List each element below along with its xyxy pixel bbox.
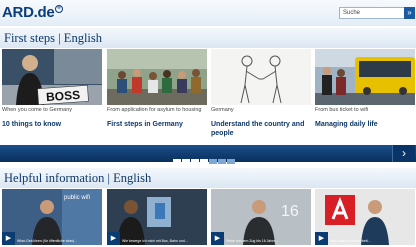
carousel-nav (0, 145, 416, 164)
video-teaser[interactable]: 16 ▶ Reise mit dem Zug bis 16 Jahre... (211, 189, 311, 245)
video-teaser[interactable]: ▶ Wie finde ich eine Arbeit... (315, 189, 415, 245)
search-input[interactable]: Suche (339, 7, 406, 19)
pagination-dot[interactable] (200, 159, 208, 164)
teaser-title[interactable]: Managing daily life (315, 120, 415, 129)
teaser-kicker: From application for asylum to housing (107, 107, 202, 113)
section-title: Helpful information | English (4, 171, 152, 185)
video-caption: Reise mit dem Zug bis 16 Jahre... (226, 239, 279, 243)
teaser-image[interactable] (107, 49, 207, 105)
teaser-image[interactable] (211, 49, 311, 105)
pagination-dot[interactable] (191, 159, 199, 164)
teaser-image[interactable]: BOSS (2, 49, 102, 105)
section-header-first-steps: First steps | English (0, 28, 416, 48)
pagination-dot[interactable] (218, 159, 226, 164)
play-icon[interactable]: ▶ (315, 232, 328, 245)
pagination-dot[interactable] (173, 159, 181, 164)
pagination-dot[interactable] (227, 159, 235, 164)
section-header-helpful-information: Helpful information | English (0, 168, 416, 188)
site-header: ARD.de ® Suche » (0, 0, 416, 26)
play-icon[interactable]: ▶ (211, 232, 224, 245)
teaser-image[interactable] (315, 49, 415, 105)
pagination-dot[interactable] (182, 159, 190, 164)
video-caption: Wlan-Gebühren (für öffentliche wlan)... (17, 239, 78, 243)
teaser-title[interactable]: 10 things to know (2, 120, 102, 129)
teaser-kicker: From bus ticket to wifi (315, 107, 369, 113)
registered-mark-icon: ® (55, 5, 63, 13)
teaser-card[interactable]: From application for asylum to housing F… (107, 49, 207, 129)
teaser-card[interactable]: From bus ticket to wifi Managing daily l… (315, 49, 415, 129)
play-icon[interactable]: ▶ (107, 232, 120, 245)
play-icon[interactable]: ▶ (2, 232, 15, 245)
boss-sign-text: BOSS (46, 88, 81, 104)
pagination-dot[interactable] (209, 159, 217, 164)
carousel-next-button[interactable]: › (392, 145, 415, 162)
teaser-kicker: When you come to Germany (2, 107, 73, 113)
teaser-card[interactable]: BOSS When you come to Germany 10 things … (2, 49, 102, 129)
video-teaser[interactable]: public wifi ▶ Wlan-Gebühren (für öffentl… (2, 189, 102, 245)
teaser-title[interactable]: First steps in Germany (107, 120, 207, 129)
section-title: First steps | English (4, 31, 102, 45)
site-logo[interactable]: ARD.de (2, 4, 55, 21)
teaser-card[interactable]: Germany Understand the country and peopl… (211, 49, 311, 138)
video-caption: Wie finde ich eine Arbeit... (330, 239, 371, 243)
teaser-title[interactable]: Understand the country and people (211, 120, 311, 138)
search-button[interactable]: » (404, 7, 415, 19)
video-overlay-text: 16 (281, 203, 299, 220)
video-caption: Wie bewege ich mich mit Bus, Bahn und... (122, 239, 188, 243)
carousel-pagination (173, 151, 236, 164)
video-teaser[interactable]: ▶ Wie bewege ich mich mit Bus, Bahn und.… (107, 189, 207, 245)
video-overlay-text: public wifi (64, 195, 91, 201)
teaser-kicker: Germany (211, 107, 234, 113)
